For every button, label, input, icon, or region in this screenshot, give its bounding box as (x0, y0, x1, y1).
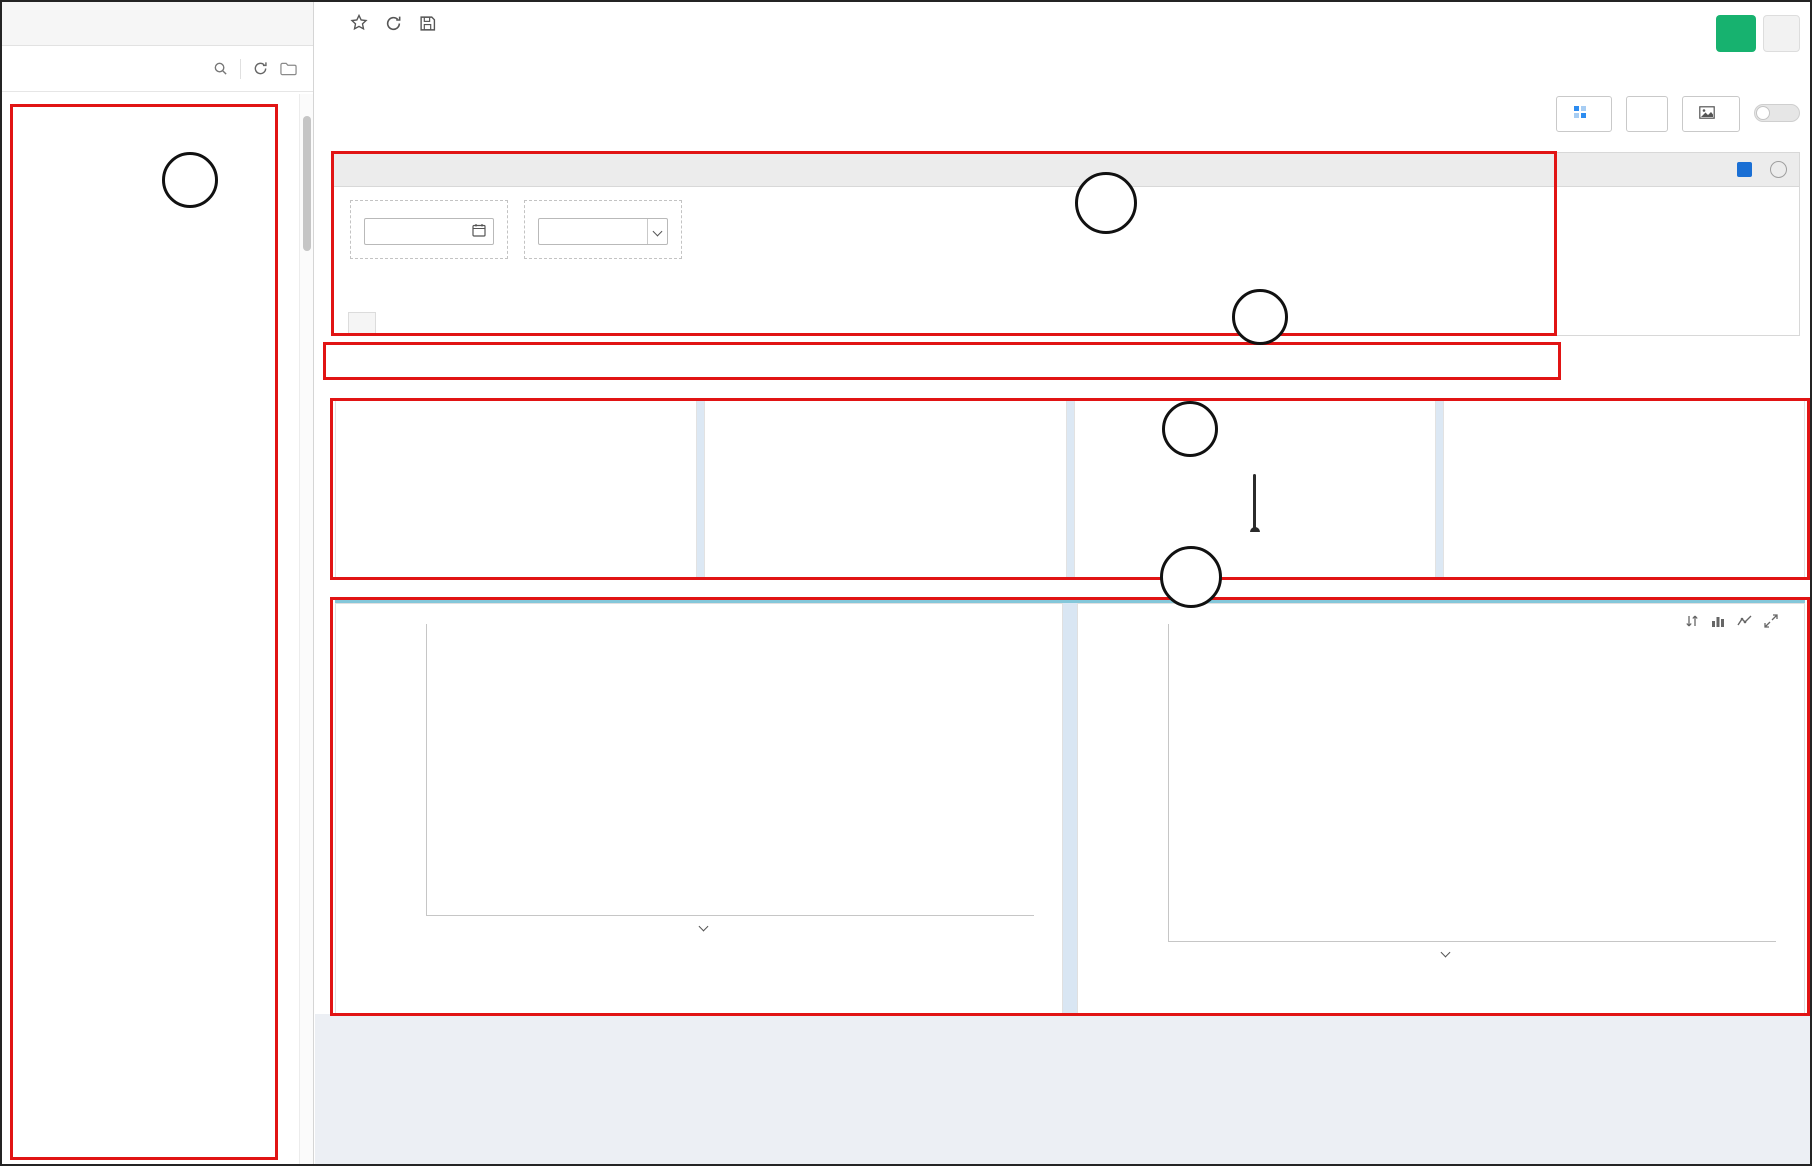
refresh-icon[interactable] (253, 61, 268, 76)
sidebar-search-row (2, 46, 313, 92)
search-input[interactable] (18, 61, 201, 77)
user-filters-body (334, 187, 1799, 272)
chart-panel-region-cost-across-years[interactable] (335, 603, 1063, 1014)
gauge-chart (1170, 447, 1340, 532)
image-button[interactable] (1682, 96, 1740, 132)
annotation-circle-5 (162, 152, 218, 208)
dropdown-button[interactable] (647, 219, 667, 244)
region-filter-select[interactable] (538, 218, 668, 245)
widget-grid-icon (1573, 105, 1587, 123)
settings-gear-icon[interactable] (1763, 15, 1800, 52)
auto-add-checkbox[interactable] (1737, 162, 1752, 177)
annotation-circle-4 (1160, 546, 1222, 608)
search-icon[interactable] (213, 61, 228, 76)
favorite-star-icon[interactable] (350, 14, 368, 32)
kpi-card-gauge-grocery[interactable] (1074, 399, 1436, 579)
kpi-row (335, 399, 1805, 579)
plot (426, 624, 1034, 916)
save-icon[interactable] (419, 15, 436, 32)
insert-tools (1556, 96, 1800, 132)
annotation-circle-3 (1162, 401, 1218, 457)
y-axis-title (354, 624, 370, 916)
tab-toolbar (333, 94, 1800, 134)
add-user-filters-link[interactable] (348, 312, 376, 335)
annotation-circle-1 (1232, 289, 1288, 345)
auto-add-filters (1737, 161, 1787, 178)
x-axis-title[interactable] (350, 927, 1048, 930)
image-icon (1699, 106, 1715, 123)
calendar-icon[interactable] (472, 223, 486, 240)
sidebar-scrollbar[interactable] (299, 94, 313, 1164)
chart-panel-product-category-cost[interactable] (1077, 603, 1805, 1014)
new-folder-icon[interactable] (280, 62, 297, 76)
view-tree (2, 94, 299, 1164)
annotation-circle-2 (1075, 172, 1137, 234)
date-filter-select[interactable] (364, 218, 494, 245)
app-window (0, 0, 1812, 1166)
chevron-down-icon (653, 227, 663, 237)
x-axis-title[interactable] (1092, 953, 1790, 956)
user-filters-panel (333, 152, 1800, 336)
date-filter (350, 200, 508, 259)
widget-button[interactable] (1556, 96, 1612, 132)
plot (1168, 624, 1776, 942)
gauge-needle (1253, 474, 1256, 532)
y-axis-title (1096, 624, 1112, 942)
charts-row (335, 599, 1805, 1014)
chevron-down-icon (1440, 948, 1450, 958)
help-icon[interactable] (1770, 161, 1787, 178)
sidebar (2, 2, 314, 1164)
user-filters-header[interactable] (334, 153, 1799, 187)
sidebar-header (2, 2, 313, 46)
gauge-pivot (1250, 527, 1260, 532)
toggle-knob (1756, 106, 1770, 120)
show-grid-control (1754, 104, 1800, 125)
refresh-icon[interactable] (385, 15, 402, 32)
main-area (315, 2, 1810, 1164)
view-mode-button[interactable] (1716, 15, 1756, 52)
section-title-bar (329, 344, 1802, 380)
text-button[interactable] (1626, 96, 1668, 132)
dashboard-header (333, 14, 453, 32)
show-grid-toggle[interactable] (1754, 104, 1800, 122)
divider (240, 59, 241, 79)
empty-canvas-area (315, 1014, 1810, 1164)
chart-plot-area (1168, 624, 1776, 942)
chevron-down-icon (698, 922, 708, 932)
scrollbar-thumb[interactable] (303, 116, 311, 251)
kpi-card-total-cost[interactable] (704, 399, 1066, 579)
region-filter (524, 200, 682, 259)
chart-plot-area (426, 624, 1034, 916)
kpi-card-total-cost-2021[interactable] (335, 399, 697, 579)
kpi-card-region-east[interactable] (1443, 399, 1805, 579)
